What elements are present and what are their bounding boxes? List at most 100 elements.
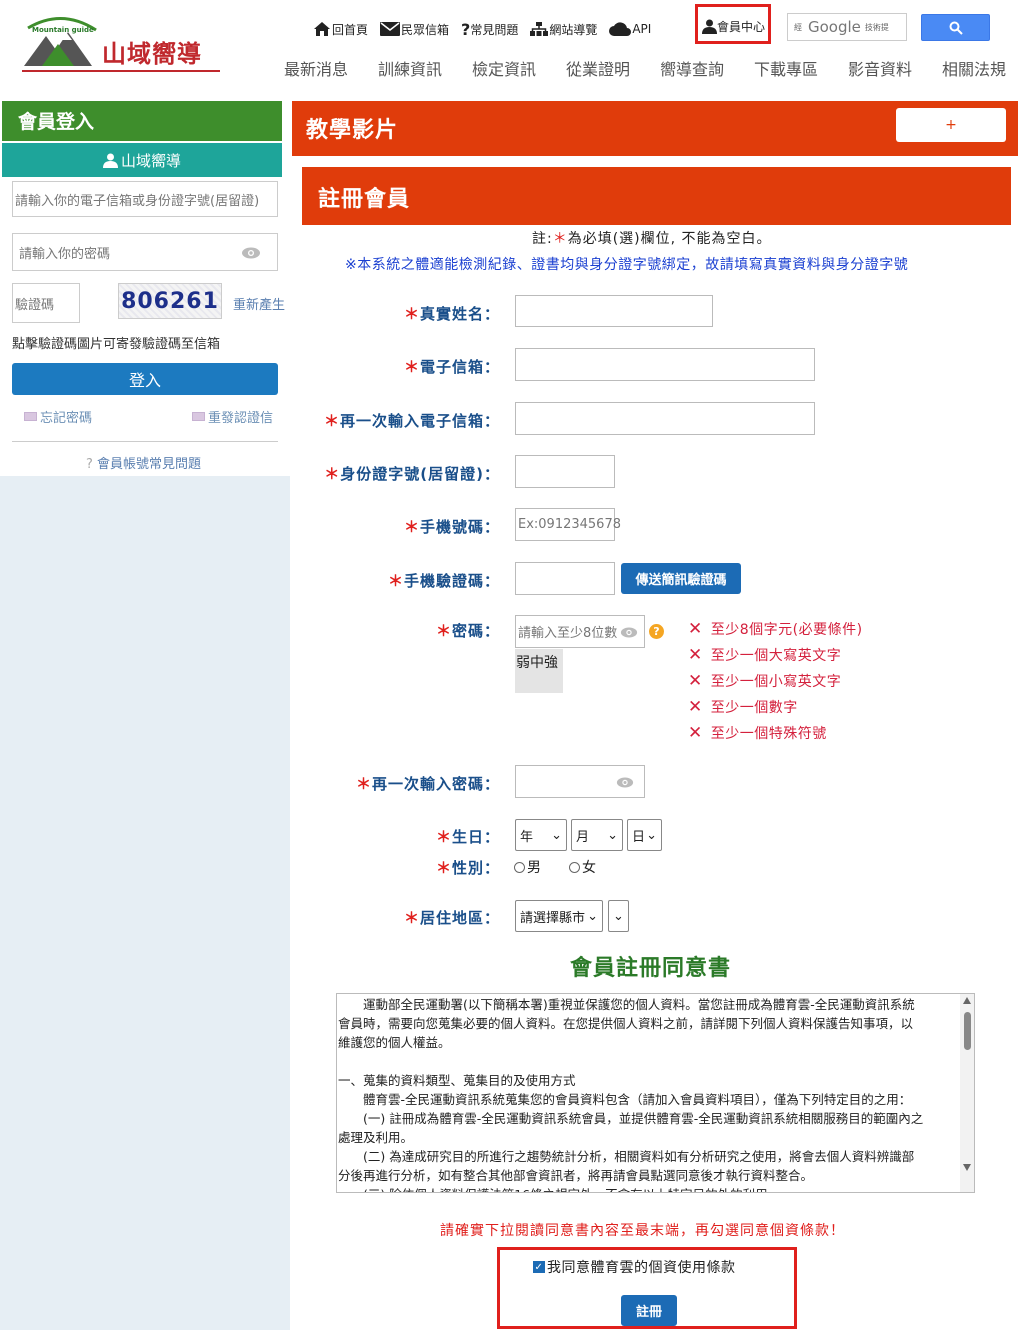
password-input[interactable]: 請輸入你的密碼	[12, 233, 278, 271]
video-title: 教學影片	[306, 118, 399, 143]
main-nav-media[interactable]: 影音資料	[848, 56, 942, 80]
phone-placeholder: Ex:0912345678	[518, 517, 621, 532]
password-help-icon[interactable]: ?	[649, 624, 664, 639]
register-button[interactable]: 註冊	[621, 1295, 677, 1326]
sidebar-background	[0, 476, 290, 1330]
question-icon: ?	[461, 19, 471, 39]
top-nav-api[interactable]: API	[609, 22, 651, 36]
forgot-password-label: 忘記密碼	[40, 411, 93, 426]
chevron-down-icon: ⌄	[613, 908, 624, 924]
captcha-input[interactable]: 驗證碼	[12, 283, 80, 323]
search-button[interactable]	[921, 14, 990, 41]
main-nav: 最新消息 訓練資訊 檢定資訊 從業證明 嚮導查詢 下載專區 影音資料 相關法規	[284, 56, 1023, 80]
send-sms-button[interactable]: 傳送簡訊驗證碼	[621, 563, 741, 594]
user-icon	[102, 153, 118, 168]
top-nav-sitemap[interactable]: 網站導覽	[530, 21, 597, 38]
chevron-down-icon: ⌄	[646, 827, 657, 843]
birth-day-select[interactable]: 日 ⌄	[627, 819, 662, 851]
region-city-select[interactable]: 請選擇縣市 ⌄	[515, 900, 603, 932]
scroll-up-icon[interactable]	[963, 997, 971, 1004]
account-input[interactable]: 請輸入你的電子信箱或身份證字號(居留證)	[12, 181, 278, 217]
consent-scrollbar[interactable]	[960, 994, 974, 1192]
cloud-icon	[609, 22, 632, 36]
captcha-hint: 點擊驗證碼圖片可寄發驗證碼至信箱	[12, 337, 221, 352]
phone-code-input[interactable]	[515, 562, 615, 595]
password-rule-digit: ✕ 至少一個數字	[688, 697, 798, 717]
email-input[interactable]	[515, 348, 815, 381]
resend-verification-label: 重發認證信	[208, 411, 274, 426]
cross-icon: ✕	[688, 619, 703, 639]
member-center-label: 會員中心	[717, 20, 766, 34]
top-nav-home[interactable]: 回首頁	[313, 21, 368, 38]
password-placeholder: 請輸入你的密碼	[19, 246, 111, 262]
captcha-regenerate-link[interactable]: 重新產生	[233, 294, 285, 313]
search-input[interactable]: 經 Google 技術提	[787, 13, 907, 41]
gender-label: ＊性別：	[435, 859, 500, 877]
account-faq-link[interactable]: ? 會員帳號常見問題	[86, 453, 201, 472]
logo-title: 山域嚮導	[102, 39, 202, 68]
id-input[interactable]	[515, 455, 615, 488]
password-rule-lower: ✕ 至少一個小寫英文字	[688, 671, 842, 691]
gender-female-radio[interactable]: 女	[569, 857, 596, 877]
video-expand-button[interactable]: +	[896, 108, 1006, 142]
password-confirm-input[interactable]	[515, 765, 645, 798]
birth-month-select[interactable]: 月 ⌄	[571, 819, 623, 851]
register-banner: 註冊會員	[302, 167, 1011, 225]
consent-textarea[interactable]: 運動部全民運動署(以下簡稱本署)重視並保護您的個人資料。當您註冊成為體育雲-全民…	[336, 993, 975, 1193]
eye-icon[interactable]	[241, 247, 261, 259]
agree-checkbox[interactable]: ✓ 我同意體育雲的個資使用條款	[533, 1257, 736, 1277]
top-nav-faq[interactable]: ? 常見問題	[461, 20, 518, 39]
password-field[interactable]: 請輸入至少8位數	[515, 615, 645, 648]
mountain-logo-icon	[24, 17, 97, 66]
top-nav-api-label: API	[632, 22, 652, 36]
phone-input[interactable]: Ex:0912345678	[515, 508, 621, 541]
sidebar-divider	[12, 441, 278, 442]
eye-icon[interactable]	[616, 777, 634, 788]
search-suffix: 技術提	[864, 22, 889, 32]
captcha-image[interactable]: 806261	[118, 283, 222, 319]
captcha-placeholder: 驗證碼	[15, 297, 55, 313]
eye-icon[interactable]	[620, 627, 638, 638]
main-nav-download[interactable]: 下載專區	[754, 56, 848, 80]
scroll-thumb[interactable]	[964, 1012, 971, 1050]
search-prefix: 經	[794, 22, 802, 32]
scroll-down-icon[interactable]	[963, 1164, 971, 1171]
top-nav-faq-label: 常見問題	[470, 22, 519, 37]
forgot-password-link[interactable]: 忘記密碼	[24, 407, 92, 426]
login-subtitle-label: 山域嚮導	[120, 151, 181, 170]
main-nav-certificate[interactable]: 從業證明	[566, 56, 660, 80]
logo-underline	[22, 70, 220, 72]
top-nav-home-label: 回首頁	[332, 22, 369, 37]
google-brand: Google	[808, 18, 861, 36]
member-center-link[interactable]: 會員中心	[702, 18, 765, 35]
checkmark-icon[interactable]: ✓	[533, 1261, 545, 1273]
main-nav-guide-search[interactable]: 嚮導查詢	[660, 56, 754, 80]
consent-warning: 請確實下拉閱讀同意書內容至最末端，再勾選同意個資條款！	[440, 1223, 845, 1239]
region-district-select[interactable]: ⌄	[608, 900, 629, 932]
main-nav-laws[interactable]: 相關法規	[942, 56, 1023, 80]
login-button[interactable]: 登入	[12, 363, 278, 395]
name-input[interactable]	[515, 295, 713, 327]
help-icon: ?	[86, 457, 93, 472]
resend-verification-link[interactable]: 重發認證信	[192, 407, 273, 426]
cross-icon: ✕	[688, 723, 703, 743]
birth-year-select[interactable]: 年 ⌄	[515, 819, 567, 851]
top-nav-mail[interactable]: 民眾信箱	[380, 21, 449, 38]
main-nav-exam[interactable]: 檢定資訊	[472, 56, 566, 80]
cross-icon: ✕	[688, 671, 703, 691]
region-label: ＊居住地區：	[403, 909, 500, 927]
gender-male-radio[interactable]: 男	[514, 857, 541, 877]
identity-note: ※本系統之體適能檢測紀錄、證書均與身分證字號綁定，故請填寫真實資料與身分證字號	[345, 257, 909, 273]
login-sidebar: 會員登入 山域嚮導 請輸入你的電子信箱或身份證字號(居留證) 請輸入你的密碼 驗…	[2, 101, 285, 476]
email-confirm-input[interactable]	[515, 402, 815, 435]
password-confirm-label: ＊再一次輸入密碼：	[355, 775, 500, 793]
main-nav-news[interactable]: 最新消息	[284, 56, 378, 80]
video-banner: 教學影片 +	[292, 101, 1018, 156]
phone-label: ＊手機號碼：	[403, 518, 500, 536]
chevron-down-icon: ⌄	[607, 827, 618, 843]
phone-code-label: ＊手機驗證碼：	[387, 572, 500, 590]
home-icon	[314, 22, 330, 36]
site-logo[interactable]: Mountain guide 山域嚮導	[22, 14, 222, 74]
main-nav-training[interactable]: 訓練資訊	[378, 56, 472, 80]
required-note: 註:＊為必填(選)欄位, 不能為空白。	[532, 228, 772, 248]
